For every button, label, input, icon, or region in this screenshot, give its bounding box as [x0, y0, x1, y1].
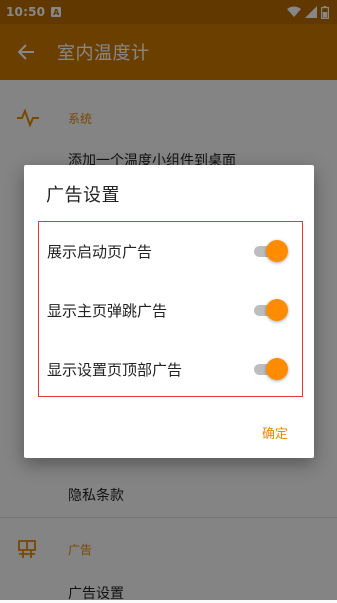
option-label-popup-ad: 显示主页弹跳广告: [47, 301, 168, 320]
toggle-splash-ad[interactable]: [254, 240, 288, 262]
ad-settings-dialog: 广告设置 展示启动页广告 显示主页弹跳广告 显示设置页顶部广告 确定: [24, 165, 314, 458]
toggle-thumb: [266, 299, 288, 321]
toggle-thumb: [266, 358, 288, 380]
option-row-settings-top-ad[interactable]: 显示设置页顶部广告: [39, 340, 302, 398]
toggle-thumb: [266, 240, 288, 262]
option-label-settings-top-ad: 显示设置页顶部广告: [47, 360, 183, 379]
toggle-settings-top-ad[interactable]: [254, 358, 288, 380]
toggle-popup-ad[interactable]: [254, 299, 288, 321]
option-label-splash-ad: 展示启动页广告: [47, 242, 153, 261]
option-row-popup-ad[interactable]: 显示主页弹跳广告: [39, 281, 302, 339]
confirm-button[interactable]: 确定: [262, 423, 288, 442]
dialog-title: 广告设置: [46, 185, 120, 206]
ad-options-group: 展示启动页广告 显示主页弹跳广告 显示设置页顶部广告: [38, 221, 303, 397]
option-row-splash-ad[interactable]: 展示启动页广告: [39, 222, 302, 280]
